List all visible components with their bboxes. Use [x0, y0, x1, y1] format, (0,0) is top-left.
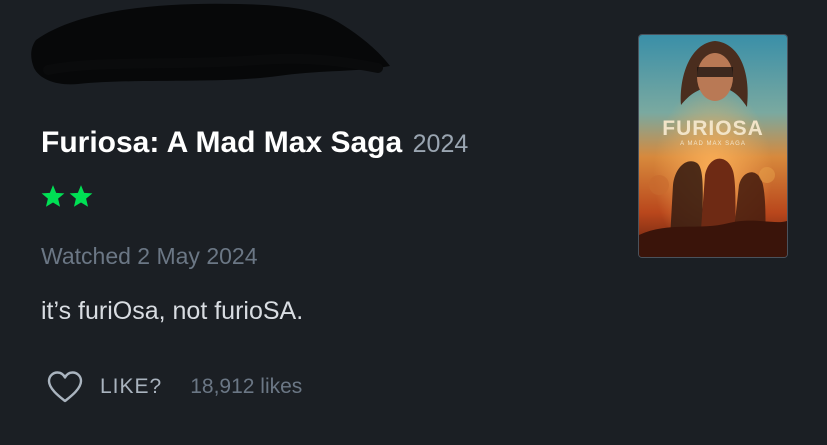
film-poster[interactable]: FURIOSA A MAD MAX SAGA	[638, 34, 788, 258]
review-text: it’s furiOsa, not furioSA.	[41, 297, 304, 325]
like-label[interactable]: LIKE?	[100, 375, 162, 399]
like-count[interactable]: 18,912 likes	[190, 375, 302, 399]
heart-outline-icon[interactable]	[46, 370, 84, 404]
poster-subtitle: A MAD MAX SAGA	[680, 141, 746, 147]
like-row: LIKE? 18,912 likes	[46, 370, 302, 404]
poster-title: FURIOSA	[662, 117, 764, 140]
star-icon	[40, 184, 66, 209]
star-rating	[40, 184, 94, 209]
film-year[interactable]: 2024	[413, 130, 469, 158]
redacted-username	[31, 3, 390, 85]
watched-date[interactable]: Watched 2 May 2024	[41, 243, 258, 270]
film-title[interactable]: Furiosa: A Mad Max Saga	[41, 126, 402, 159]
star-icon	[68, 184, 94, 209]
film-title-row: Furiosa: A Mad Max Saga 2024	[41, 126, 468, 160]
like-button[interactable]: LIKE?	[46, 370, 162, 404]
